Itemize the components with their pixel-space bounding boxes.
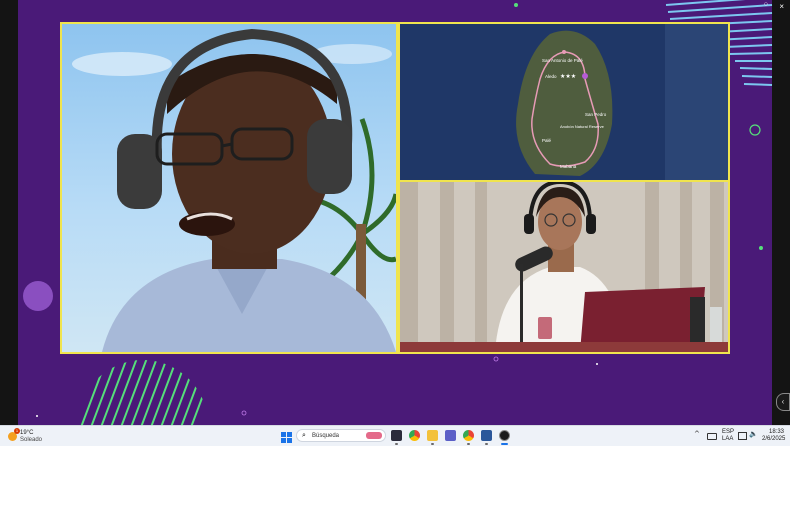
map-label: San Antonio de Palé [542, 58, 583, 63]
video-tile-speaker[interactable] [60, 22, 398, 354]
taskbar-app-chrome-2-icon[interactable] [463, 430, 474, 441]
keyboard-icon[interactable] [707, 433, 717, 440]
striped-semicircle [78, 360, 208, 425]
map-label: San Pedro [585, 112, 607, 117]
map-label: Anobón Natural Reserve [560, 124, 605, 129]
running-indicator [431, 443, 434, 445]
clock-time[interactable]: 18:33 [769, 429, 784, 436]
clock-date[interactable]: 2/6/2025 [762, 436, 785, 443]
windows-logo-icon [281, 432, 292, 443]
taskbar-app-folder-icon[interactable] [427, 430, 438, 441]
taskbar-app-terminal-icon[interactable] [391, 430, 402, 441]
video-tile-host[interactable] [398, 180, 730, 354]
weather-widget[interactable]: 1 19°C Soleado [6, 428, 46, 444]
tiny-dot [596, 363, 598, 365]
taskbar-search-box[interactable]: ⌕ Búsqueda [296, 429, 386, 442]
island-map: San Antonio de Palé Aledo ★★★ San Pedro … [400, 24, 728, 180]
weather-temp: 19°C [20, 430, 34, 436]
volume-icon[interactable]: 🔈 [749, 430, 758, 438]
small-ring-mid [493, 356, 499, 362]
green-dot-top [514, 3, 518, 7]
green-dot-right [759, 246, 763, 250]
search-placeholder: Búsqueda [312, 433, 340, 439]
close-icon[interactable]: × [779, 2, 784, 11]
search-icon: ⌕ [302, 431, 306, 439]
purple-dot-left [23, 281, 53, 311]
scroll-right-button[interactable]: ‹ [776, 393, 790, 411]
map-label: Palé [542, 138, 552, 143]
running-indicator [485, 443, 488, 445]
host-microphone-icon [400, 182, 728, 352]
running-indicator-active [501, 443, 508, 445]
language-line2[interactable]: LAA [722, 436, 733, 443]
start-button[interactable] [281, 430, 292, 443]
taskbar-app-chrome-icon[interactable] [409, 430, 420, 441]
map-stars: ★★★ [560, 73, 576, 80]
taskbar-app-word-icon[interactable] [481, 430, 492, 441]
language-line1[interactable]: ESP [722, 429, 734, 436]
video-tile-map[interactable]: San Antonio de Palé Aledo ★★★ San Pedro … [398, 22, 730, 182]
video-call-stage: × ○ San Antonio de Palé Aledo ★★★ San Pe… [0, 0, 790, 425]
search-highlight-icon [366, 432, 382, 439]
network-icon[interactable] [738, 432, 747, 440]
weather-condition: Soleado [20, 437, 43, 443]
tray-chevron-up-icon[interactable]: ^ [694, 430, 700, 438]
map-label: Mabana [560, 164, 577, 169]
small-ring-bottom [241, 410, 247, 416]
top-indicator-icon: ○ [763, 1, 768, 8]
taskbar-app-media-icon[interactable] [499, 430, 510, 441]
ring-right [749, 124, 761, 136]
person-headphones-icon [72, 28, 396, 352]
taskbar-app-teams-icon[interactable] [445, 430, 456, 441]
map-label: Aledo [545, 74, 557, 79]
running-indicator [467, 443, 470, 445]
running-indicator [395, 443, 398, 445]
taskbar: 1 19°C Soleado ⌕ Búsqueda ^ ESP LAA 🔈 18… [0, 425, 790, 446]
tiny-dot-2 [36, 415, 38, 417]
